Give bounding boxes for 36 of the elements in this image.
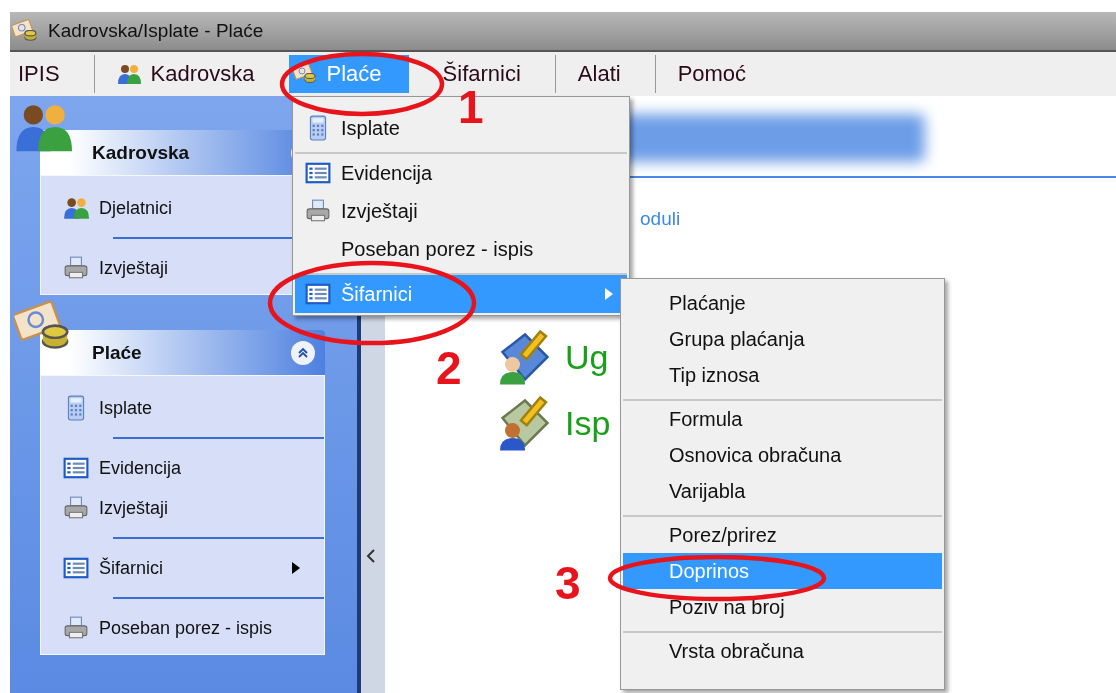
banknote-coins-icon bbox=[292, 62, 317, 86]
menu-item[interactable]: IPIS bbox=[18, 55, 60, 93]
menu-item[interactable]: Varijabla bbox=[623, 473, 942, 509]
window-title: Kadrovska/Isplate - Plaće bbox=[48, 20, 264, 42]
printer-icon bbox=[63, 255, 89, 281]
printer-icon bbox=[63, 615, 89, 641]
step-number: 1 bbox=[458, 84, 484, 130]
menu-item[interactable]: Poziv na broj bbox=[623, 589, 942, 625]
people-icon bbox=[63, 195, 89, 221]
list-icon bbox=[305, 160, 331, 186]
menu-item[interactable]: Evidencija bbox=[295, 152, 627, 192]
panel-header[interactable]: Plaće bbox=[40, 330, 325, 375]
step-number: 2 bbox=[436, 345, 462, 391]
printer-icon bbox=[305, 198, 331, 224]
list-icon bbox=[305, 281, 331, 307]
panel-title: Plaće bbox=[92, 341, 143, 364]
menu-item[interactable]: Pomoć bbox=[654, 55, 747, 93]
step-number: 3 bbox=[555, 560, 581, 606]
people-icon bbox=[116, 62, 141, 86]
submenu-arrow-icon bbox=[605, 288, 613, 300]
collapse-icon[interactable] bbox=[291, 340, 315, 365]
printer-icon bbox=[63, 495, 89, 521]
menu-item[interactable]: Osnovica obračuna bbox=[623, 437, 942, 473]
menu-item[interactable]: Grupa plaćanja bbox=[623, 321, 942, 357]
menu-item[interactable]: Formula bbox=[623, 399, 942, 437]
list-icon bbox=[63, 455, 89, 481]
list-icon bbox=[63, 555, 89, 581]
modules-link[interactable]: oduli bbox=[640, 208, 1116, 230]
menu-item[interactable]: Vrsta obračuna bbox=[623, 631, 942, 669]
submenu-arrow-icon bbox=[292, 562, 300, 574]
menu-item[interactable]: Kadrovska bbox=[93, 55, 255, 93]
panel-title: Kadrovska bbox=[92, 141, 191, 164]
sidebar-item[interactable]: Isplate bbox=[41, 388, 324, 428]
sidebar-item[interactable]: Izvještaji bbox=[41, 488, 324, 528]
menu-item[interactable]: Tip iznosa bbox=[623, 357, 942, 393]
menu-item[interactable]: Alati bbox=[554, 55, 621, 93]
